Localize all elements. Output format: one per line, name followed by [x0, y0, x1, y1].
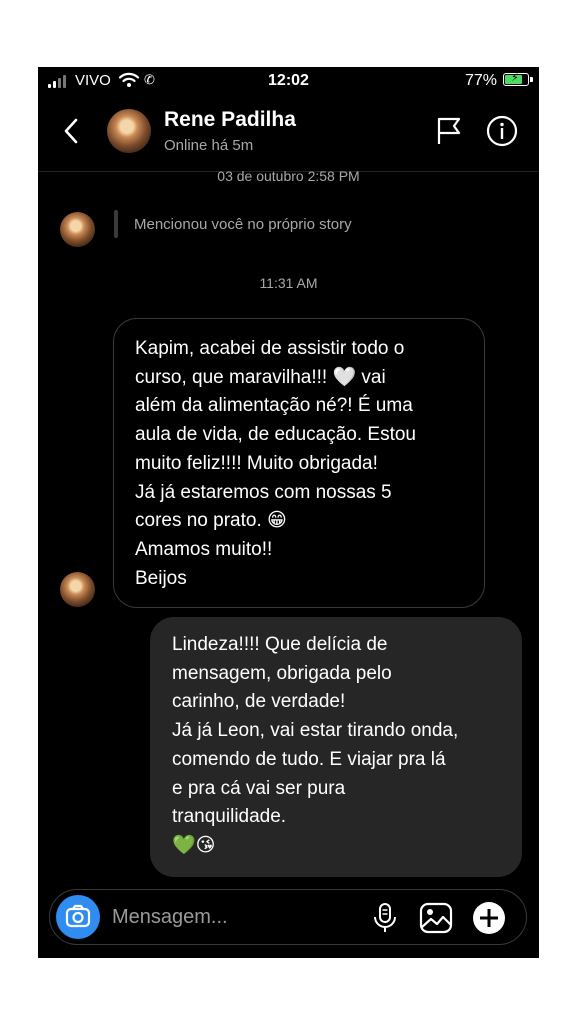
plus-icon[interactable] [472, 901, 506, 935]
camera-button[interactable] [56, 895, 100, 939]
message-input[interactable] [112, 903, 352, 931]
flag-icon[interactable] [435, 116, 463, 146]
message-line: Já já Leon, vai estar tirando onda, [172, 720, 459, 742]
info-icon[interactable] [486, 115, 518, 147]
microphone-icon[interactable] [371, 902, 399, 934]
sender-avatar[interactable] [60, 212, 95, 247]
camera-icon [65, 904, 91, 928]
message-line: aula de vida, de educação. Estou [135, 424, 416, 446]
message-line: e pra cá vai ser pura [172, 777, 346, 799]
message-line: muito feliz!!!! Muito obrigada! [135, 452, 378, 474]
battery-icon: ⚡ [503, 72, 533, 86]
status-bar: VIVO ✆ 12:02 77% ⚡ [38, 67, 539, 95]
message-timestamp: 11:31 AM [259, 275, 318, 291]
message-line: Amamos muito!! [135, 538, 273, 560]
chat-header: Rene Padilha Online há 5m [38, 95, 539, 172]
message-line: Lindeza!!!! Que delícia de [172, 634, 388, 655]
battery-percentage: 77% [464, 72, 497, 89]
sent-message-bubble[interactable]: Lindeza!!!! Que delícia de mensagem, obr… [150, 617, 522, 877]
message-line: curso, que maravilha!!! 🤍 vai [135, 366, 386, 388]
sender-avatar[interactable] [60, 572, 95, 607]
story-mention-text[interactable]: Mencionou você no próprio story [134, 216, 352, 233]
contact-avatar[interactable] [107, 109, 151, 153]
chevron-left-icon[interactable] [60, 117, 84, 145]
clock: 12:02 [268, 72, 309, 89]
contact-name[interactable]: Rene Padilha [164, 108, 296, 132]
message-line: além da alimentação né?! É uma [135, 395, 413, 417]
message-line: 💚😘 [172, 834, 216, 856]
message-line: carinho, de verdade! [172, 691, 346, 713]
message-composer [49, 889, 527, 945]
story-reply-bar [114, 210, 118, 238]
message-line: Kapim, acabei de assistir todo o [135, 338, 405, 359]
message-timestamp: 03 de outubro 2:58 PM [217, 168, 360, 184]
contact-status: Online há 5m [164, 137, 254, 154]
message-line: Beijos [135, 567, 187, 589]
gallery-icon[interactable] [419, 902, 453, 934]
message-line: mensagem, obrigada pelo [172, 662, 392, 684]
received-message-bubble[interactable]: Kapim, acabei de assistir todo o curso, … [113, 318, 485, 608]
message-line: comendo de tudo. E viajar pra lá [172, 748, 446, 770]
phone-screen: VIVO ✆ 12:02 77% ⚡ Rene Padilha Online h… [38, 67, 539, 958]
message-line: tranquilidade. [172, 806, 287, 828]
message-line: Já já estaremos com nossas 5 [135, 481, 392, 503]
message-line: cores no prato. 😁 [135, 510, 287, 532]
